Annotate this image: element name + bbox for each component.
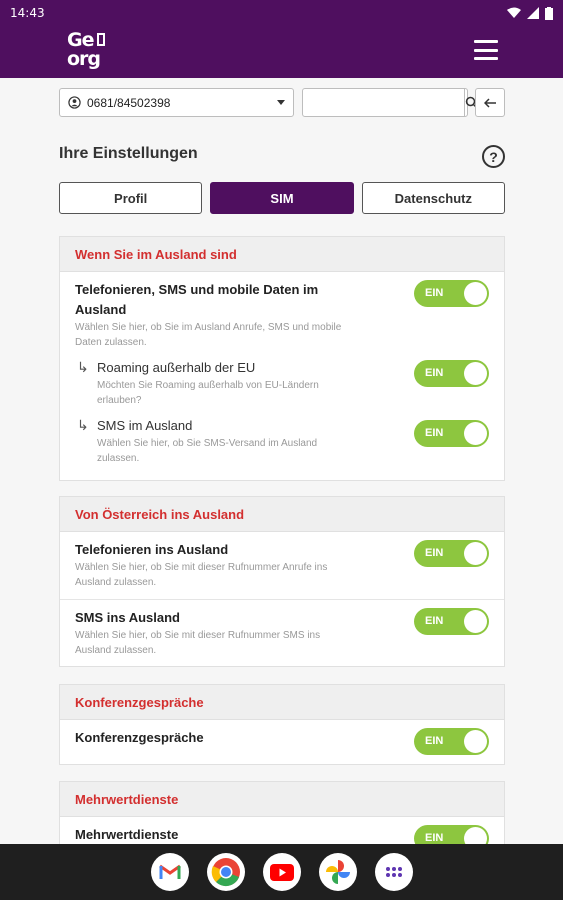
account-select[interactable]: 0681/84502398 (59, 88, 294, 117)
setting-row: Telefonieren, SMS und mobile Daten im Au… (60, 272, 504, 480)
toggle-knob (464, 542, 487, 565)
toggle-calls-abroad[interactable]: EIN (414, 540, 489, 567)
section-title: Konferenzgespräche (60, 685, 504, 720)
help-icon[interactable]: ? (482, 145, 505, 168)
setting-row: Mehrwertdienste EIN (60, 817, 504, 844)
sub-setting-description: Möchten Sie Roaming außerhalb von EU-Län… (97, 380, 319, 406)
section-title: Von Österreich ins Ausland (60, 497, 504, 532)
setting-title: SMS ins Ausland (75, 610, 180, 625)
toggle-label: EIN (425, 287, 444, 299)
sub-setting-title: SMS im Ausland (97, 418, 193, 433)
logo-phone-icon (97, 33, 105, 46)
toggle-label: EIN (425, 367, 444, 379)
youtube-icon[interactable] (262, 853, 301, 891)
chevron-down-icon (277, 100, 285, 105)
app-bar: Ge org (0, 26, 563, 78)
arrow-left-icon (484, 97, 496, 108)
toggle-knob (464, 827, 487, 844)
sub-arrow-icon: ↳ (77, 359, 89, 375)
toggle-premium[interactable]: EIN (414, 825, 489, 844)
toggle-knob (464, 730, 487, 753)
setting-description: Wählen Sie hier, ob Sie mit dieser Rufnu… (75, 562, 328, 588)
tab-profil[interactable]: Profil (59, 182, 203, 214)
toggle-knob (464, 610, 487, 633)
toggle-knob (464, 282, 487, 305)
setting-row: SMS ins Ausland Wählen Sie hier, ob Sie … (60, 600, 504, 666)
georg-logo[interactable]: Ge org (67, 31, 107, 73)
setting-description: Wählen Sie hier, ob Sie im Ausland Anruf… (75, 322, 342, 348)
section-premium: Mehrwertdienste Mehrwertdienste EIN (59, 781, 505, 844)
wifi-icon (507, 7, 521, 18)
section-title: Mehrwertdienste (60, 782, 504, 817)
account-select-value: 0681/84502398 (87, 95, 171, 110)
search-input[interactable] (303, 89, 464, 116)
page-title: Ihre Einstellungen (59, 145, 198, 162)
toggle-roaming-non-eu[interactable]: EIN (414, 360, 489, 387)
toggle-label: EIN (425, 615, 444, 627)
toggle-knob (464, 422, 487, 445)
toggle-sms-abroad[interactable]: EIN (414, 420, 489, 447)
toggle-label: EIN (425, 832, 444, 844)
setting-title: Telefonieren ins Ausland (75, 542, 229, 557)
section-conference: Konferenzgespräche Konferenzgespräche EI… (59, 684, 505, 765)
toggle-label: EIN (425, 427, 444, 439)
gmail-icon[interactable] (150, 853, 189, 891)
logo-text-2: org (67, 48, 101, 70)
sub-arrow-icon: ↳ (77, 417, 89, 433)
section-abroad: Wenn Sie im Ausland sind Telefonieren, S… (59, 236, 505, 481)
signal-icon (527, 7, 539, 19)
status-bar: 14:43 (0, 0, 563, 26)
hamburger-menu-icon[interactable] (474, 40, 498, 60)
status-icons (507, 6, 553, 20)
tab-bar: Profil SIM Datenschutz (59, 182, 505, 214)
sub-setting-title: Roaming außerhalb der EU (97, 360, 256, 375)
search-box (302, 88, 478, 117)
setting-description: Wählen Sie hier, ob Sie mit dieser Rufnu… (75, 630, 321, 656)
back-button[interactable] (475, 88, 505, 117)
apps-icon[interactable] (374, 853, 413, 891)
setting-title: Telefonieren, SMS und mobile Daten im Au… (75, 282, 319, 317)
battery-icon (545, 6, 553, 20)
chrome-icon[interactable] (206, 853, 245, 891)
toggle-knob (464, 362, 487, 385)
setting-title: Mehrwertdienste (75, 827, 179, 842)
section-title: Wenn Sie im Ausland sind (60, 237, 504, 272)
photos-icon[interactable] (318, 853, 357, 891)
setting-row: Konferenzgespräche EIN (60, 720, 504, 764)
user-circle-icon (68, 96, 81, 109)
sub-setting-description: Wählen Sie hier, ob Sie SMS-Versand im A… (97, 438, 318, 464)
status-time: 14:43 (10, 6, 45, 20)
setting-title: Konferenzgespräche (75, 730, 204, 745)
setting-row: Telefonieren ins Ausland Wählen Sie hier… (60, 532, 504, 600)
toggle-label: EIN (425, 735, 444, 747)
tab-sim[interactable]: SIM (210, 182, 354, 214)
android-dock (0, 844, 563, 900)
section-austria-abroad: Von Österreich ins Ausland Telefonieren … (59, 496, 505, 667)
toggle-conference[interactable]: EIN (414, 728, 489, 755)
toggle-sms-to-abroad[interactable]: EIN (414, 608, 489, 635)
tab-datenschutz[interactable]: Datenschutz (361, 182, 505, 214)
toggle-roaming-all[interactable]: EIN (414, 280, 489, 307)
toggle-label: EIN (425, 547, 444, 559)
main-content: 0681/84502398 Ihre Einstellungen ? Profi… (0, 78, 563, 844)
